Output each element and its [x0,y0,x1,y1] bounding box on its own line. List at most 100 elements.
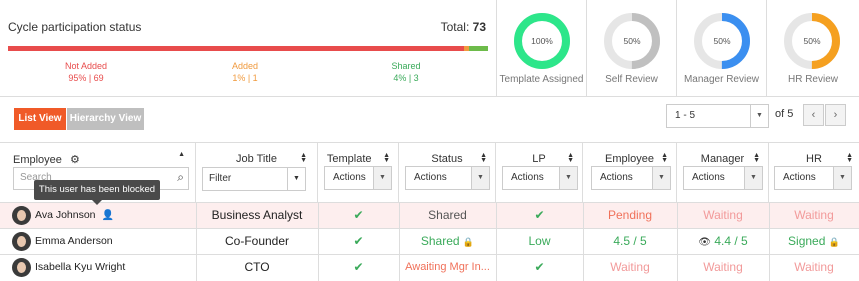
blocked-user-icon[interactable]: 👤 [101,210,113,221]
status-actions-select[interactable]: Actions ▼ [405,166,490,190]
table-row[interactable]: Emma Anderson Co-Founder ✔ Shared 🔒 Low … [0,228,859,254]
gauge-value: 50% [623,36,640,46]
lp-cell: Low [528,234,551,248]
eye-icon[interactable]: 👁 [698,237,711,248]
column-divider [318,202,319,281]
participation-bar [8,46,488,51]
manager-review-cell: Waiting [703,260,743,274]
sort-icon[interactable]: ▲ ▼ [567,152,574,164]
employee-review-cell: Pending [607,208,653,222]
header-label: Template [326,153,372,165]
status-cell: Awaiting Mgr In... [405,261,490,273]
employee-name[interactable]: Emma Anderson [35,229,113,254]
gauge-ring: 50% [784,13,840,69]
actions-value: Actions [783,172,816,183]
column-divider [583,202,584,281]
avatar [12,258,31,277]
gauge-value: 100% [531,36,553,46]
list-view-button[interactable]: List View [14,108,66,130]
lock-icon: 🔒 [828,237,840,247]
manager-review-cell: 👁 4.4 / 5 [677,229,769,255]
gauge-self-review: 50% Self Review [587,0,677,97]
sort-icon[interactable]: ▲ ▼ [480,152,487,164]
sort-icon[interactable]: ▲ ▼ [661,152,668,164]
hr-status-text: Signed [788,234,826,248]
cycle-total: Total: 73 [441,20,486,34]
employee-name[interactable]: Isabella Kyu Wright [35,255,125,280]
chevron-down-icon: ▼ [833,167,851,189]
header-label: Job Title [236,153,277,165]
manager-score: 4.4 / 5 [714,234,748,248]
cycle-title: Cycle participation status [8,20,142,34]
status-text: Shared [420,234,460,248]
employee-name-text: Ava Johnson [35,209,96,221]
gear-icon[interactable]: ⚙ [70,154,80,166]
lp-check-icon: ✔ [534,260,545,274]
chevron-right-icon: › [833,109,838,121]
employee-review-cell: Waiting [610,260,650,274]
table-row[interactable]: Isabella Kyu Wright CTO ✔ Awaiting Mgr I… [0,254,859,280]
total-label: Total: [440,20,470,34]
page-count: of 5 [775,108,794,120]
job-title-filter[interactable]: Filter ▼ [202,167,306,191]
page-range-value: 1 - 5 [675,110,696,121]
page-range-select[interactable]: 1 - 5 ▼ [666,104,769,128]
template-check-icon: ✔ [353,208,364,222]
gauge-label: HR Review [787,74,838,85]
manager-review-cell: Waiting [703,208,743,222]
status-cell: Shared [428,208,467,222]
column-divider [769,202,770,281]
gauge-template-assigned: 100% Template Assigned [497,0,587,97]
employee-review-cell: 4.5 / 5 [613,234,647,248]
gauge-label: Template Assigned [499,74,584,85]
hr-review-cell: Signed 🔒 [769,229,859,255]
template-actions-select[interactable]: Actions ▼ [324,166,392,190]
gauge-label: Manager Review [683,74,760,85]
bar-segment-not-added [8,46,464,51]
gauge-manager-review: 50% Manager Review [677,0,767,97]
actions-value: Actions [333,172,366,183]
gauge-ring: 50% [604,13,660,69]
hr-actions-select[interactable]: Actions ▼ [774,166,852,190]
blocked-user-tooltip: This user has been blocked [34,180,160,205]
manager-actions-select[interactable]: Actions ▼ [683,166,763,190]
legend-not-added-stats: 95% | 69 [68,73,104,83]
bar-segment-shared [468,46,488,51]
hierarchy-view-button[interactable]: Hierarchy View [67,108,144,130]
avatar [12,232,31,251]
legend-added-stats: 1% | 1 [232,73,258,83]
sort-up-icon[interactable]: ▲ [178,151,185,158]
prev-page-button[interactable]: ‹ [803,104,824,126]
gauge-label: Self Review [605,74,658,85]
legend-added-label: Added [231,61,259,71]
gauge-ring: 50% [694,13,750,69]
header-label: Employee [13,154,62,166]
chevron-down-icon: ▼ [559,167,577,189]
sort-icon[interactable]: ▲ ▼ [753,152,760,164]
column-divider [399,202,400,281]
total-value: 73 [472,20,486,34]
job-title-cell: CTO [244,260,270,274]
employee-actions-select[interactable]: Actions ▼ [591,166,671,190]
template-check-icon: ✔ [353,234,364,248]
chevron-down-icon: ▼ [287,168,305,190]
hr-review-cell: Waiting [794,260,834,274]
sort-icon[interactable]: ▲ ▼ [383,152,390,164]
search-icon[interactable]: ⌕ [177,170,184,185]
actions-value: Actions [600,172,633,183]
actions-value: Actions [511,172,544,183]
filter-placeholder: Filter [209,173,232,184]
actions-value: Actions [692,172,725,183]
table-row[interactable]: Ava Johnson 👤 Business Analyst ✔ Shared … [0,202,859,228]
column-divider [677,202,678,281]
sort-icon[interactable]: ▲ ▼ [300,152,307,164]
employee-name[interactable]: Ava Johnson 👤 [35,203,114,228]
next-page-button[interactable]: › [825,104,846,126]
legend-shared-stats: 4% | 3 [393,73,419,83]
sort-icon[interactable]: ▲ ▼ [846,152,853,164]
job-title-cell: Co-Founder [224,234,290,248]
lp-actions-select[interactable]: Actions ▼ [502,166,578,190]
avatar [12,206,31,225]
hr-review-cell: Waiting [794,208,834,222]
gauge-ring: 100% [514,13,570,69]
